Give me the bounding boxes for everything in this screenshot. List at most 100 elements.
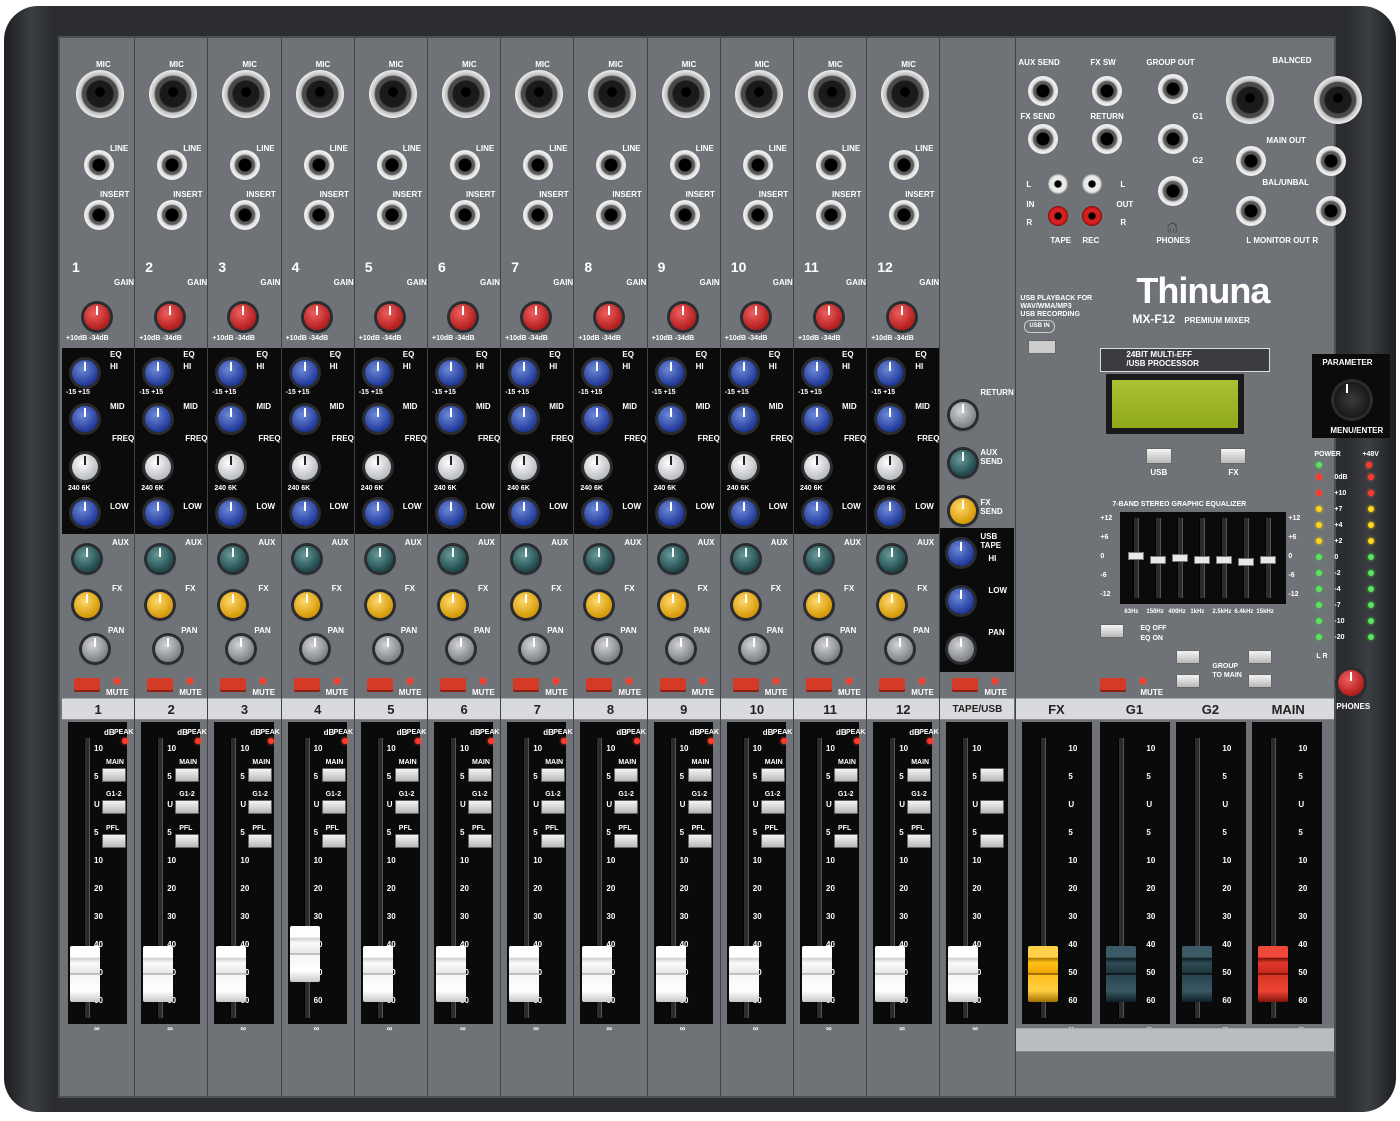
group-out-g2-jack[interactable]: [1158, 124, 1189, 154]
main-assign-button[interactable]: [102, 768, 126, 782]
eq-low-knob[interactable]: [72, 500, 98, 526]
mute-button[interactable]: [806, 678, 832, 692]
eq-low-knob[interactable]: [877, 500, 904, 526]
aux-knob[interactable]: [293, 546, 320, 572]
eq-mid-knob[interactable]: [657, 406, 684, 432]
channel-fader[interactable]: [802, 945, 832, 1002]
gain-knob[interactable]: [889, 304, 916, 330]
eq-low-knob[interactable]: [511, 500, 538, 526]
eq-hi-knob[interactable]: [291, 360, 318, 386]
line-input-jack[interactable]: [742, 150, 773, 180]
tape-group-button[interactable]: [980, 800, 1005, 814]
mute-button[interactable]: [293, 678, 320, 692]
main-assign-button[interactable]: [248, 768, 273, 782]
group-assign-button[interactable]: [321, 800, 346, 814]
eq-hi-knob[interactable]: [730, 360, 757, 386]
channel-fader[interactable]: [143, 945, 174, 1002]
eq-freq-knob[interactable]: [364, 454, 391, 480]
fx-knob[interactable]: [293, 592, 320, 618]
g1-fader[interactable]: [1106, 945, 1137, 1002]
pfl-button[interactable]: [468, 834, 492, 848]
insert-jack[interactable]: [157, 200, 188, 230]
pan-knob[interactable]: [740, 636, 767, 662]
eq-mid-knob[interactable]: [145, 406, 172, 432]
pan-knob[interactable]: [448, 636, 474, 662]
mute-button[interactable]: [366, 678, 393, 692]
monitor-out-l[interactable]: [1236, 196, 1267, 226]
pfl-button[interactable]: [175, 834, 200, 848]
fx-knob[interactable]: [879, 592, 906, 618]
eq-hi-knob[interactable]: [804, 360, 830, 386]
insert-jack[interactable]: [450, 200, 480, 230]
line-input-jack[interactable]: [84, 150, 114, 180]
pan-knob[interactable]: [155, 636, 182, 662]
gain-knob[interactable]: [157, 304, 184, 330]
return-jack[interactable]: [1092, 124, 1123, 154]
gain-knob[interactable]: [742, 304, 769, 330]
main-assign-button[interactable]: [175, 768, 200, 782]
group-to-main-g1-l[interactable]: [1176, 650, 1201, 664]
mute-button[interactable]: [879, 678, 906, 692]
main-assign-button[interactable]: [321, 768, 346, 782]
xlr-input[interactable]: [76, 70, 124, 118]
line-input-jack[interactable]: [450, 150, 480, 180]
xlr-input[interactable]: [734, 70, 783, 118]
group-assign-button[interactable]: [468, 800, 492, 814]
channel-fader[interactable]: [362, 945, 393, 1002]
xlr-input[interactable]: [368, 70, 417, 118]
tape-in-l[interactable]: [1048, 174, 1069, 194]
fx-fader[interactable]: [1028, 945, 1059, 1002]
usb-port[interactable]: [1028, 340, 1057, 354]
main-assign-button[interactable]: [907, 768, 932, 782]
geq-slider[interactable]: [1216, 556, 1233, 564]
pfl-button[interactable]: [687, 834, 712, 848]
aux-knob[interactable]: [879, 546, 906, 572]
channel-fader[interactable]: [875, 945, 906, 1002]
group-to-main-g1-r[interactable]: [1176, 674, 1201, 688]
main-assign-button[interactable]: [687, 768, 712, 782]
channel-fader[interactable]: [70, 945, 100, 1002]
xlr-input[interactable]: [295, 70, 344, 118]
tape-pfl-button[interactable]: [980, 834, 1005, 848]
aux-knob[interactable]: [659, 546, 686, 572]
eq-hi-knob[interactable]: [511, 360, 538, 386]
eq-freq-knob[interactable]: [72, 454, 98, 480]
eq-freq-knob[interactable]: [730, 454, 757, 480]
xlr-input[interactable]: [808, 70, 856, 118]
fx-knob[interactable]: [366, 592, 393, 618]
insert-jack[interactable]: [889, 200, 920, 230]
insert-jack[interactable]: [523, 200, 554, 230]
insert-jack[interactable]: [742, 200, 773, 230]
pfl-button[interactable]: [248, 834, 273, 848]
pfl-button[interactable]: [102, 834, 126, 848]
mute-button[interactable]: [513, 678, 540, 692]
tape-out-r[interactable]: [1082, 206, 1103, 226]
pan-knob[interactable]: [374, 636, 401, 662]
xlr-input[interactable]: [515, 70, 564, 118]
group-assign-button[interactable]: [248, 800, 273, 814]
mute-button[interactable]: [586, 678, 613, 692]
line-input-jack[interactable]: [303, 150, 334, 180]
fx-knob[interactable]: [806, 592, 832, 618]
channel-fader[interactable]: [509, 945, 540, 1002]
eq-mid-knob[interactable]: [511, 406, 538, 432]
gain-knob[interactable]: [669, 304, 696, 330]
aux-knob[interactable]: [513, 546, 540, 572]
gain-knob[interactable]: [450, 304, 476, 330]
pan-knob[interactable]: [301, 636, 328, 662]
fx-knob[interactable]: [74, 592, 100, 618]
eq-hi-knob[interactable]: [145, 360, 172, 386]
main-out-jack-l[interactable]: [1236, 146, 1267, 176]
mute-button[interactable]: [74, 678, 100, 692]
fx-knob[interactable]: [659, 592, 686, 618]
pfl-button[interactable]: [541, 834, 566, 848]
line-input-jack[interactable]: [157, 150, 188, 180]
mute-button[interactable]: [659, 678, 686, 692]
aux-knob[interactable]: [732, 546, 759, 572]
main-assign-button[interactable]: [394, 768, 419, 782]
group-assign-button[interactable]: [614, 800, 639, 814]
eq-low-knob[interactable]: [364, 500, 391, 526]
eq-freq-knob[interactable]: [877, 454, 904, 480]
pan-knob[interactable]: [521, 636, 548, 662]
eq-freq-knob[interactable]: [511, 454, 538, 480]
